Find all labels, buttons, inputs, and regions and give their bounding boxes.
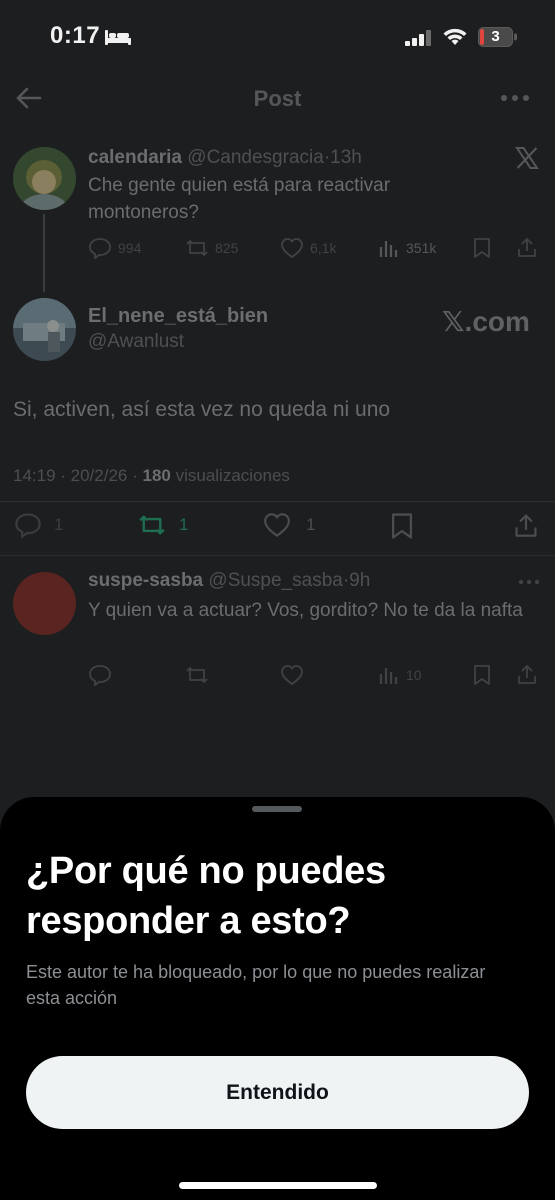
reply-repost-button[interactable] — [185, 664, 209, 686]
tweet2-meta: 14:19 · 20/2/26 · 180 visualizaciones — [13, 466, 290, 486]
bookmark-icon — [391, 513, 413, 539]
share-icon — [515, 514, 537, 537]
tweet2-reply-count: 1 — [54, 515, 64, 534]
heart-icon — [264, 513, 290, 537]
tweet1-repost-count: 825 — [215, 240, 239, 256]
repost-icon — [186, 667, 208, 683]
repost-icon — [139, 515, 165, 535]
repost-icon — [186, 240, 208, 256]
more-options-button[interactable] — [500, 94, 530, 102]
tweet1-bookmark-button[interactable] — [472, 237, 492, 259]
page-title: Post — [253, 86, 302, 111]
tweet2-like-count: 1 — [306, 515, 316, 534]
tweet2-repost-button[interactable]: 1 — [137, 512, 188, 538]
reply-text: Y quien va a actuar? Vos, gordito? No te… — [88, 600, 523, 621]
reply-more-button[interactable] — [518, 579, 540, 585]
x-com-watermark: 𝕏.com — [442, 306, 530, 337]
tweet1-reply-button[interactable]: 994 — [88, 237, 141, 259]
reply-author-handle[interactable]: @Suspe_sasba — [208, 570, 342, 591]
tweet1-views-count: 351k — [406, 240, 437, 256]
status-time: 0:17 — [50, 22, 101, 49]
tweet1-author-handle[interactable]: @Candesgracia — [187, 147, 324, 168]
reply-icon — [89, 238, 111, 259]
share-icon — [518, 238, 536, 257]
views-icon — [379, 668, 398, 684]
divider — [0, 555, 555, 556]
reply-time: 9h — [349, 570, 371, 591]
tweet1-like-button[interactable]: 6,1k — [280, 237, 336, 259]
views-icon — [379, 241, 398, 257]
tweet2-repost-count: 1 — [179, 515, 189, 534]
tweet1-avatar[interactable] — [13, 147, 76, 210]
thread-line — [43, 214, 45, 292]
reply-like-button[interactable] — [280, 664, 304, 686]
tweet1-share-button[interactable] — [516, 236, 538, 258]
tweet2-timestamp: 14:19 · 20/2/26 · — [13, 466, 143, 485]
tweet2-like-button[interactable]: 1 — [262, 512, 315, 538]
heart-icon — [281, 665, 303, 686]
reply-views-count: 10 — [406, 667, 422, 683]
understood-button[interactable]: Entendido — [26, 1056, 529, 1129]
tweet2-avatar[interactable] — [13, 298, 76, 361]
reply-avatar[interactable] — [13, 572, 76, 635]
tweet2-views-count: 180 — [142, 466, 171, 485]
reply-author-name[interactable]: suspe-sasba — [88, 570, 203, 591]
reply-icon — [15, 513, 41, 538]
tweet2-reply-button[interactable]: 1 — [14, 512, 63, 538]
tweet2-views-label: visualizaciones — [170, 466, 290, 485]
tweet2-share-button[interactable] — [513, 511, 539, 539]
battery-level: 3 — [491, 28, 500, 45]
wifi-icon — [442, 26, 468, 46]
divider — [0, 501, 555, 502]
heart-icon — [281, 238, 303, 259]
tweet2-text: Si, activen, así esta vez no queda ni un… — [13, 398, 391, 421]
tweet1-reply-count: 994 — [118, 240, 142, 256]
reply-share-button[interactable] — [516, 663, 538, 685]
reply-views-button[interactable]: 10 — [378, 664, 422, 686]
x-logo-icon — [515, 146, 539, 170]
reply-reply-button[interactable] — [88, 664, 112, 686]
tweet1-time: 13h — [330, 147, 362, 168]
tweet1-text: Che gente quien está para reactivar mont… — [88, 175, 391, 223]
tweet1-repost-button[interactable]: 825 — [185, 237, 238, 259]
tweet2-author-handle[interactable]: @Awanlust — [88, 331, 184, 353]
home-indicator[interactable] — [179, 1182, 377, 1189]
bookmark-icon — [474, 665, 490, 685]
bookmark-icon — [474, 238, 490, 258]
sheet-body-text: Este autor te ha bloqueado, por lo que n… — [26, 962, 486, 1008]
tweet2-author-name[interactable]: El_nene_está_bien — [88, 305, 268, 328]
cellular-signal-icon — [405, 30, 433, 46]
share-icon — [518, 665, 536, 684]
sheet-drag-handle[interactable] — [252, 806, 302, 812]
tweet1-author-name[interactable]: calendaria — [88, 147, 182, 168]
sheet-title: ¿Por qué no puedes responder a esto? — [26, 850, 386, 942]
sleep-focus-icon — [104, 27, 132, 47]
reply-bookmark-button[interactable] — [472, 664, 492, 686]
tweet2-bookmark-button[interactable] — [389, 512, 415, 540]
tweet1-views-button[interactable]: 351k — [378, 237, 436, 259]
reply-icon — [89, 665, 111, 686]
tweet1-like-count: 6,1k — [310, 240, 337, 256]
